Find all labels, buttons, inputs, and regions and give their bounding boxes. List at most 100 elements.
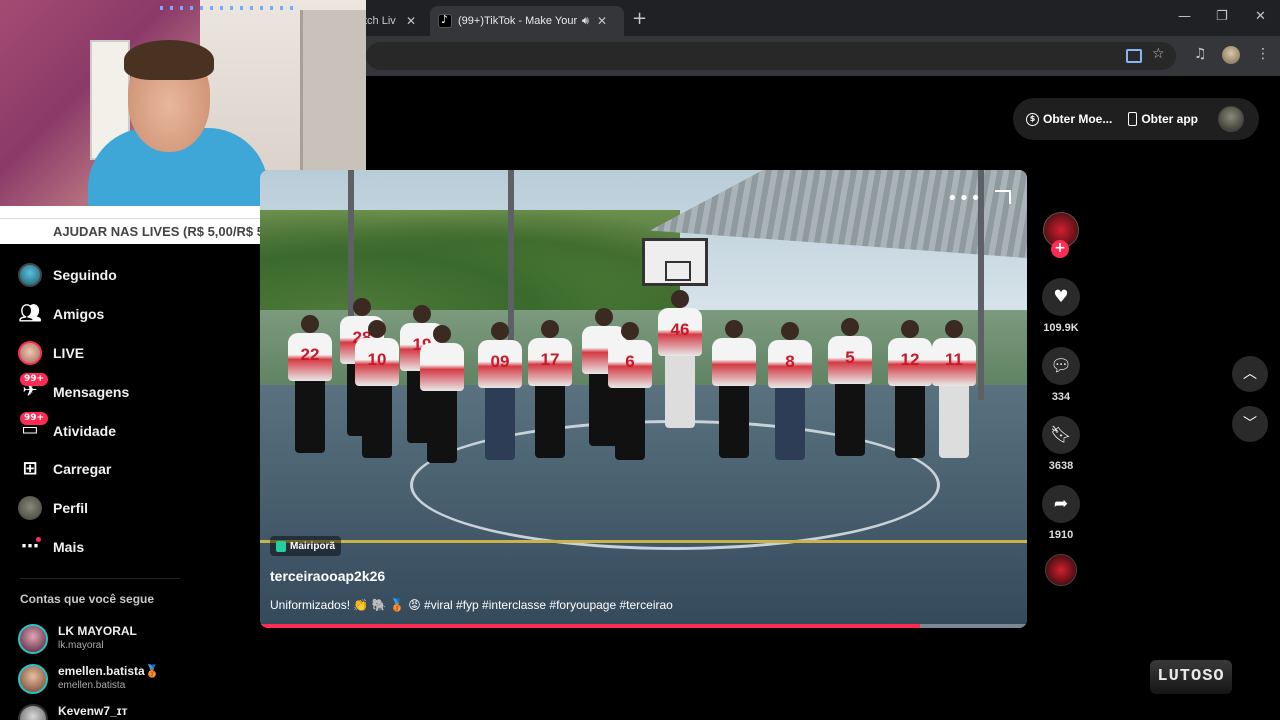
new-tab-button[interactable]: + (632, 8, 647, 29)
like-count: 109.9K (1043, 322, 1079, 334)
jersey-number: 12 (888, 338, 932, 386)
browser-profile-avatar[interactable] (1222, 46, 1240, 64)
tab-tiktok[interactable]: (99+)TikTok - Make Your Da 🔊︎ ✕ (430, 6, 624, 36)
sidebar-item-carregar[interactable]: ⊞ Carregar (0, 450, 258, 489)
followed-account-item[interactable]: LK MAYORAL lk.mayoral (18, 622, 258, 656)
sidebar-item-label: Mais (53, 538, 85, 555)
get-coins-button[interactable]: Obter Moe... (1043, 112, 1112, 126)
followed-account-item[interactable]: Kevenw7_ɪᴛ (18, 702, 258, 720)
player-head (413, 305, 431, 323)
sidebar-item-seguindo[interactable]: Seguindo (0, 256, 258, 295)
player-legs (835, 384, 865, 456)
jersey-number: 17 (528, 338, 572, 386)
share-count: 1910 (1048, 529, 1074, 541)
sidebar-item-perfil[interactable]: Perfil (0, 489, 258, 528)
follow-plus-icon[interactable]: + (1051, 240, 1069, 258)
account-avatar (18, 624, 48, 654)
like-action[interactable]: ♥︎ 109.9K (1040, 278, 1082, 334)
save-action[interactable]: 🔖︎ 3638 (1040, 416, 1082, 472)
jersey-number: 10 (355, 338, 399, 386)
video-author-username[interactable]: terceiraooap2k26 (270, 568, 385, 584)
player-head (725, 320, 743, 338)
player-legs (535, 386, 565, 458)
comment-action[interactable]: 💬︎ 334 (1040, 347, 1082, 403)
bookmark-icon[interactable]: 🔖︎ (1042, 416, 1080, 454)
comment-icon[interactable]: 💬︎ (1042, 347, 1080, 385)
player-head (945, 320, 963, 338)
video-more-options-icon[interactable]: ••• (947, 188, 982, 209)
player-head (901, 320, 919, 338)
header-actions-pill: $ Obter Moe... Obter app (1013, 98, 1259, 140)
account-name: LK MAYORAL (58, 624, 137, 638)
webcam-streamer-hair (124, 40, 214, 80)
player-legs (665, 356, 695, 428)
close-window-button[interactable]: ✕ (1255, 9, 1266, 24)
install-app-icon[interactable] (1126, 49, 1142, 63)
minimize-button[interactable]: — (1178, 9, 1191, 24)
share-icon[interactable]: ➦ (1042, 485, 1080, 523)
creator-avatar-group[interactable]: + (1040, 212, 1082, 258)
video-player-figure: 46 (658, 290, 702, 428)
close-tab-icon[interactable]: ✕ (597, 14, 607, 28)
music-disc-icon[interactable] (1045, 554, 1077, 586)
account-name: Kevenw7_ɪᴛ (58, 704, 128, 718)
sidebar-item-amigos[interactable]: 👥︎ Amigos (0, 295, 258, 334)
address-bar[interactable] (366, 42, 1176, 70)
friends-icon: 👥︎ (18, 302, 42, 324)
user-avatar[interactable] (1218, 106, 1245, 132)
share-action[interactable]: ➦ 1910 (1040, 485, 1082, 541)
video-progress-fill (260, 624, 920, 628)
basketball-hoop (642, 238, 708, 286)
sidebar-item-atividade[interactable]: ▭ 99+ Atividade (0, 411, 258, 450)
sidebar-item-label: Amigos (53, 306, 105, 323)
tiktok-favicon-icon (438, 13, 452, 28)
bookmark-star-icon[interactable]: ☆ (1152, 46, 1165, 62)
sidebar-item-mensagens[interactable]: ✈︎ 99+ Mensagens (0, 372, 258, 411)
media-control-icon[interactable]: ♫ (1194, 46, 1207, 62)
activity-badge: 99+ (20, 412, 49, 426)
comment-count: 334 (1051, 391, 1071, 403)
previous-video-button[interactable]: ︿ (1232, 356, 1268, 392)
messages-badge: 99+ (20, 373, 49, 387)
get-app-button[interactable]: Obter app (1141, 112, 1198, 126)
video-caption: Uniformizados! 👏 🐘 🥉 😡 #viral #fyp #inte… (270, 598, 673, 612)
speaker-icon[interactable]: 🔊︎ (582, 14, 589, 28)
player-head (841, 318, 859, 336)
video-player-figure: 11 (932, 320, 976, 458)
location-label: Mairiporã (290, 540, 336, 552)
webcam-led-lights (160, 6, 300, 10)
sidebar-item-live[interactable]: LIVE (0, 334, 258, 373)
chevron-up-icon: ︿ (1243, 366, 1257, 382)
sidebar-item-mais[interactable]: ⋯ Mais (0, 528, 258, 567)
video-player-figure: 5 (828, 318, 872, 456)
location-chip[interactable]: Mairiporã (270, 536, 342, 556)
restore-button[interactable]: ❐ (1216, 9, 1228, 24)
jersey-number: 8 (768, 340, 812, 388)
video-court-line (260, 540, 1027, 543)
followed-account-item[interactable]: emellen.batista🥉 emellen.batista (18, 662, 258, 696)
jersey-number: 6 (608, 340, 652, 388)
video-player[interactable]: 222810190917646851211 ••• Mairiporã terc… (260, 170, 1027, 628)
sidebar-nav: Seguindo 👥︎ Amigos LIVE ✈︎ 99+ Mensagens… (0, 256, 258, 566)
save-count: 3638 (1048, 460, 1074, 472)
close-tab-icon[interactable]: ✕ (406, 14, 416, 28)
chevron-down-icon: ﹀ (1243, 416, 1257, 432)
fullscreen-icon[interactable] (995, 190, 1011, 204)
video-player-figure: 8 (768, 322, 812, 460)
coin-icon: $ (1026, 112, 1039, 126)
browser-menu-icon[interactable]: ⋮ (1256, 46, 1270, 62)
heart-icon[interactable]: ♥︎ (1042, 278, 1080, 316)
video-player-figure: 10 (355, 320, 399, 458)
player-legs (485, 388, 515, 460)
player-legs (895, 386, 925, 458)
player-legs (775, 388, 805, 460)
music-disc[interactable] (1040, 554, 1082, 586)
player-legs (939, 386, 969, 458)
next-video-button[interactable]: ﹀ (1232, 406, 1268, 442)
player-head (353, 298, 371, 316)
location-pin-icon (276, 540, 286, 552)
sidebar-item-label: Perfil (53, 500, 89, 517)
jersey-number: 09 (478, 340, 522, 388)
player-head (671, 290, 689, 308)
video-progress-bar[interactable] (260, 624, 1027, 628)
